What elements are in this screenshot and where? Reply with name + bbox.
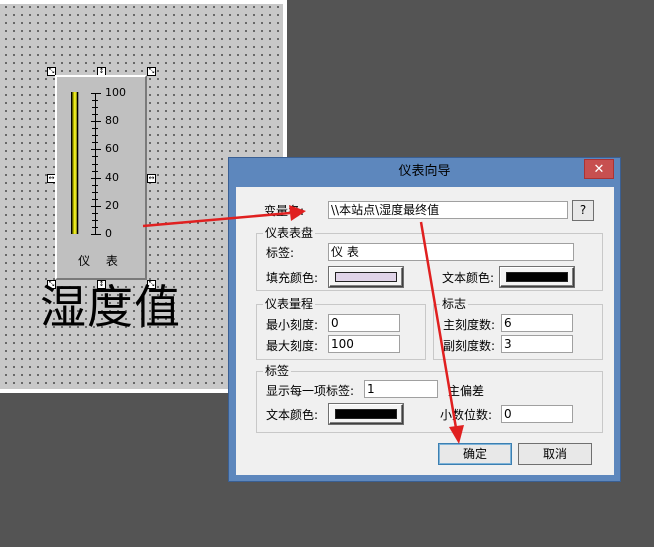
gauge-minor-tick (92, 219, 98, 221)
gauge-major-tick (91, 121, 101, 123)
gauge-minor-tick (92, 198, 98, 200)
gauge-major-tick (91, 177, 101, 179)
resize-handle-right-icon[interactable]: ↔ (147, 174, 156, 183)
decimals-label: 小数位数: (440, 408, 493, 422)
gauge-tick-label: 0 (105, 227, 112, 240)
max-scale-field[interactable]: 100 (328, 335, 400, 353)
gauge-minor-tick (92, 191, 98, 193)
fill-color-label: 填充颜色: (266, 271, 319, 285)
gauge-title: 仪 表 (78, 254, 124, 268)
range-group-title: 仪表量程 (263, 297, 316, 311)
resize-handle-top-right-icon[interactable]: ⤡ (147, 67, 156, 76)
dial-tag-field[interactable]: 仪 表 (328, 243, 574, 261)
max-scale-label: 最大刻度: (266, 339, 319, 353)
decimals-field[interactable]: 0 (501, 405, 573, 423)
variable-help-button[interactable]: ? (572, 200, 594, 221)
dial-text-color-label: 文本颜色: (442, 271, 495, 285)
close-icon[interactable]: ✕ (584, 159, 614, 179)
min-scale-field[interactable]: 0 (328, 314, 400, 332)
major-ticks-label: 主刻度数: (443, 318, 496, 332)
gauge-widget[interactable]: 100 80 60 40 20 0 仪 表 (55, 75, 147, 280)
canvas-top-edge (0, 0, 287, 4)
mark-group-title: 标志 (440, 297, 469, 311)
gauge-minor-tick (92, 142, 98, 144)
gauge-tick-label: 80 (105, 114, 119, 128)
gauge-tick-label: 60 (105, 142, 119, 156)
gauge-fill (72, 92, 77, 234)
gauge-wizard-dialog: 仪表向导 ✕ 变量名: \\本站点\湿度最终值 ? 仪表表盘 标签: 仪 表 填… (228, 157, 621, 482)
dial-group-title: 仪表表盘 (263, 226, 316, 240)
deviation-label: 主偏差 (448, 384, 485, 398)
gauge-minor-tick (92, 128, 98, 130)
gauge-minor-tick (92, 156, 98, 158)
fill-color-button[interactable] (329, 267, 403, 287)
show-every-label: 显示每一项标签: (266, 384, 355, 398)
variable-name-field[interactable]: \\本站点\湿度最终值 (328, 201, 568, 219)
dial-text-color-button[interactable] (500, 267, 574, 287)
gauge-tick-label: 100 (105, 86, 126, 99)
variable-label: 变量名: (264, 204, 305, 218)
gauge-minor-tick (92, 163, 98, 165)
minor-ticks-field[interactable]: 3 (501, 335, 573, 353)
gauge-bar (71, 92, 79, 234)
dial-text-color-swatch (506, 272, 568, 282)
gauge-minor-tick (92, 226, 98, 228)
gauge-major-tick (91, 149, 101, 151)
gauge-minor-tick (92, 170, 98, 172)
gauge-minor-tick (92, 107, 98, 109)
fill-color-swatch (335, 272, 397, 282)
min-scale-label: 最小刻度: (266, 318, 319, 332)
gauge-minor-tick (92, 184, 98, 186)
label-text-color-label: 文本颜色: (266, 408, 319, 422)
label-group-title: 标签 (263, 364, 292, 378)
gauge-tick-label: 20 (105, 198, 119, 212)
gauge-minor-tick (92, 135, 98, 137)
gauge-major-tick (91, 93, 101, 94)
dialog-client-area: 变量名: \\本站点\湿度最终值 ? 仪表表盘 标签: 仪 表 填充颜色: 文本… (236, 187, 614, 475)
minor-ticks-label: 副刻度数: (443, 339, 496, 353)
show-every-field[interactable]: 1 (364, 380, 438, 398)
label-text-color-swatch (335, 409, 397, 419)
dial-tag-label: 标签: (266, 246, 295, 260)
label-text-color-button[interactable] (329, 404, 403, 424)
ok-button[interactable]: 确定 (438, 443, 512, 465)
dialog-title: 仪表向导 (398, 164, 451, 179)
gauge-major-tick (91, 205, 101, 207)
gauge-tick-label: 40 (105, 170, 119, 184)
gauge-minor-tick (92, 100, 98, 102)
major-ticks-field[interactable]: 6 (501, 314, 573, 332)
humidity-text-label[interactable]: 湿度值 (40, 280, 181, 334)
cancel-button[interactable]: 取消 (518, 443, 592, 465)
gauge-minor-tick (92, 114, 98, 116)
gauge-minor-tick (92, 212, 98, 214)
gauge-major-tick (91, 234, 101, 235)
